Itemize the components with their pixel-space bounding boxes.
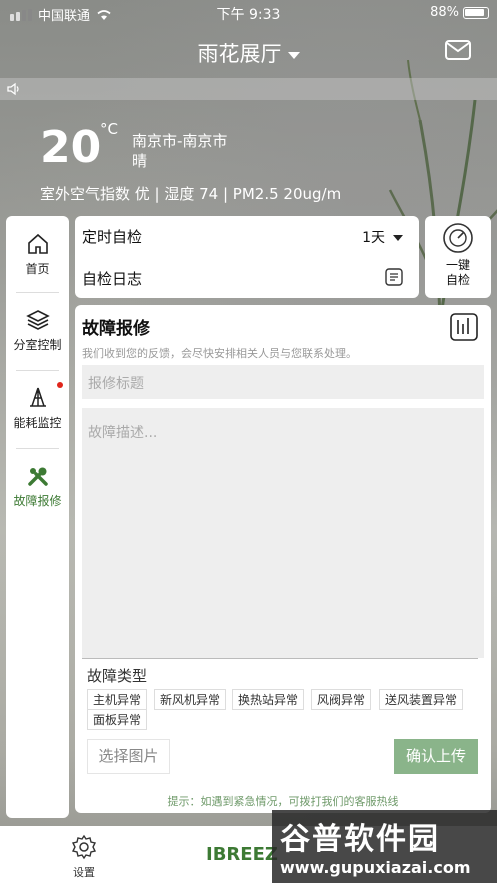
battery-icon (463, 6, 489, 19)
repair-subtitle: 我们收到您的反馈，会尽快安排相关人员与您联系处理。 (82, 347, 357, 360)
gear-icon (71, 834, 97, 860)
sidebar-item-repair[interactable]: 故障报修 (6, 464, 69, 509)
report-icon[interactable] (449, 312, 479, 342)
speaker-icon (7, 82, 19, 96)
timer-selfcheck-label: 定时自检 (82, 228, 143, 246)
interval-select[interactable]: 1天 (362, 227, 403, 247)
repair-card: 故障报修 我们收到您的反馈，会尽快安排相关人员与您联系处理。 报修标题 故障描述… (75, 305, 491, 813)
app-header: 雨花展厅 (0, 34, 497, 70)
page-title: 雨花展厅 (197, 42, 282, 66)
repair-title-input[interactable]: 报修标题 (82, 365, 484, 399)
gauge-icon (443, 223, 473, 253)
hotline-hint: 提示：如遇到紧急情况，可拨打我们的客服热线 (167, 795, 399, 808)
fault-type-tag[interactable]: 换热站异常 (232, 689, 305, 710)
fault-type-label: 故障类型 (87, 667, 148, 685)
layers-icon (25, 310, 50, 330)
sidebar: 首页 分室控制 能耗监控 故障报修 (6, 216, 69, 818)
selfcheck-log-label[interactable]: 自检日志 (82, 268, 142, 289)
submit-button[interactable]: 确认上传 (394, 739, 478, 774)
watermark-url: www.gupuxiazai.com (280, 858, 471, 877)
repair-title: 故障报修 (82, 319, 150, 339)
interval-value: 1天 (362, 230, 385, 246)
notice-bar[interactable] (0, 78, 497, 100)
wrench-icon (27, 467, 48, 486)
sidebar-item-label: 故障报修 (13, 494, 62, 508)
fault-type-tag[interactable]: 新风机异常 (154, 689, 227, 710)
one-key-line1: 一键 (445, 258, 470, 272)
watermark-title: 谷普软件园 (280, 822, 440, 857)
one-key-label: 一键 自检 (425, 258, 491, 288)
chevron-down-icon (287, 51, 300, 59)
status-bar: 中国联通 下午 9:33 88% (0, 0, 497, 26)
notification-dot (57, 382, 63, 388)
repair-description-input[interactable]: 故障描述... (82, 408, 484, 658)
temperature-unit: °C (100, 120, 118, 138)
sidebar-item-home[interactable]: 首页 (6, 232, 69, 277)
mail-icon[interactable] (445, 40, 471, 60)
sidebar-item-room-control[interactable]: 分室控制 (6, 308, 69, 353)
selfcheck-card: 定时自检 1天 自检日志 (75, 216, 419, 298)
sidebar-item-energy-monitor[interactable]: 能耗监控 (6, 386, 69, 431)
one-key-line2: 自检 (445, 273, 470, 287)
chevron-down-icon (393, 235, 403, 241)
settings-label: 设置 (73, 866, 95, 879)
battery-percent: 88% (430, 5, 459, 20)
sidebar-item-label: 首页 (25, 262, 50, 276)
clock: 下午 9:33 (216, 7, 281, 23)
fault-type-tag[interactable]: 主机异常 (87, 689, 148, 710)
one-key-selfcheck-button[interactable]: 一键 自检 (425, 216, 491, 298)
weather-condition: 晴 (132, 152, 148, 170)
brand-logo: IBREEZ (206, 844, 278, 865)
settings-tab[interactable]: 设置 (64, 834, 104, 880)
fault-type-tag[interactable]: 送风装置异常 (379, 689, 464, 710)
fault-type-tag[interactable]: 面板异常 (87, 709, 148, 730)
sidebar-item-label: 能耗监控 (13, 416, 62, 430)
home-icon (27, 233, 48, 254)
divider (82, 658, 478, 659)
divider (16, 448, 59, 449)
divider (16, 292, 59, 293)
energy-icon (29, 387, 46, 407)
divider (16, 370, 59, 371)
choose-image-button[interactable]: 选择图片 (87, 739, 170, 774)
air-quality-line: 室外空气指数 优 | 湿度 74 | PM2.5 20ug/m (40, 185, 342, 203)
location-selector[interactable]: 雨花展厅 (0, 38, 497, 68)
watermark: 谷普软件园 www.gupuxiazai.com (272, 810, 497, 883)
fault-type-tag[interactable]: 风阀异常 (311, 689, 372, 710)
sidebar-item-label: 分室控制 (13, 338, 62, 352)
log-icon[interactable] (383, 268, 405, 286)
city-label: 南京市-南京市 (132, 132, 228, 150)
temperature: 20 (40, 122, 102, 173)
